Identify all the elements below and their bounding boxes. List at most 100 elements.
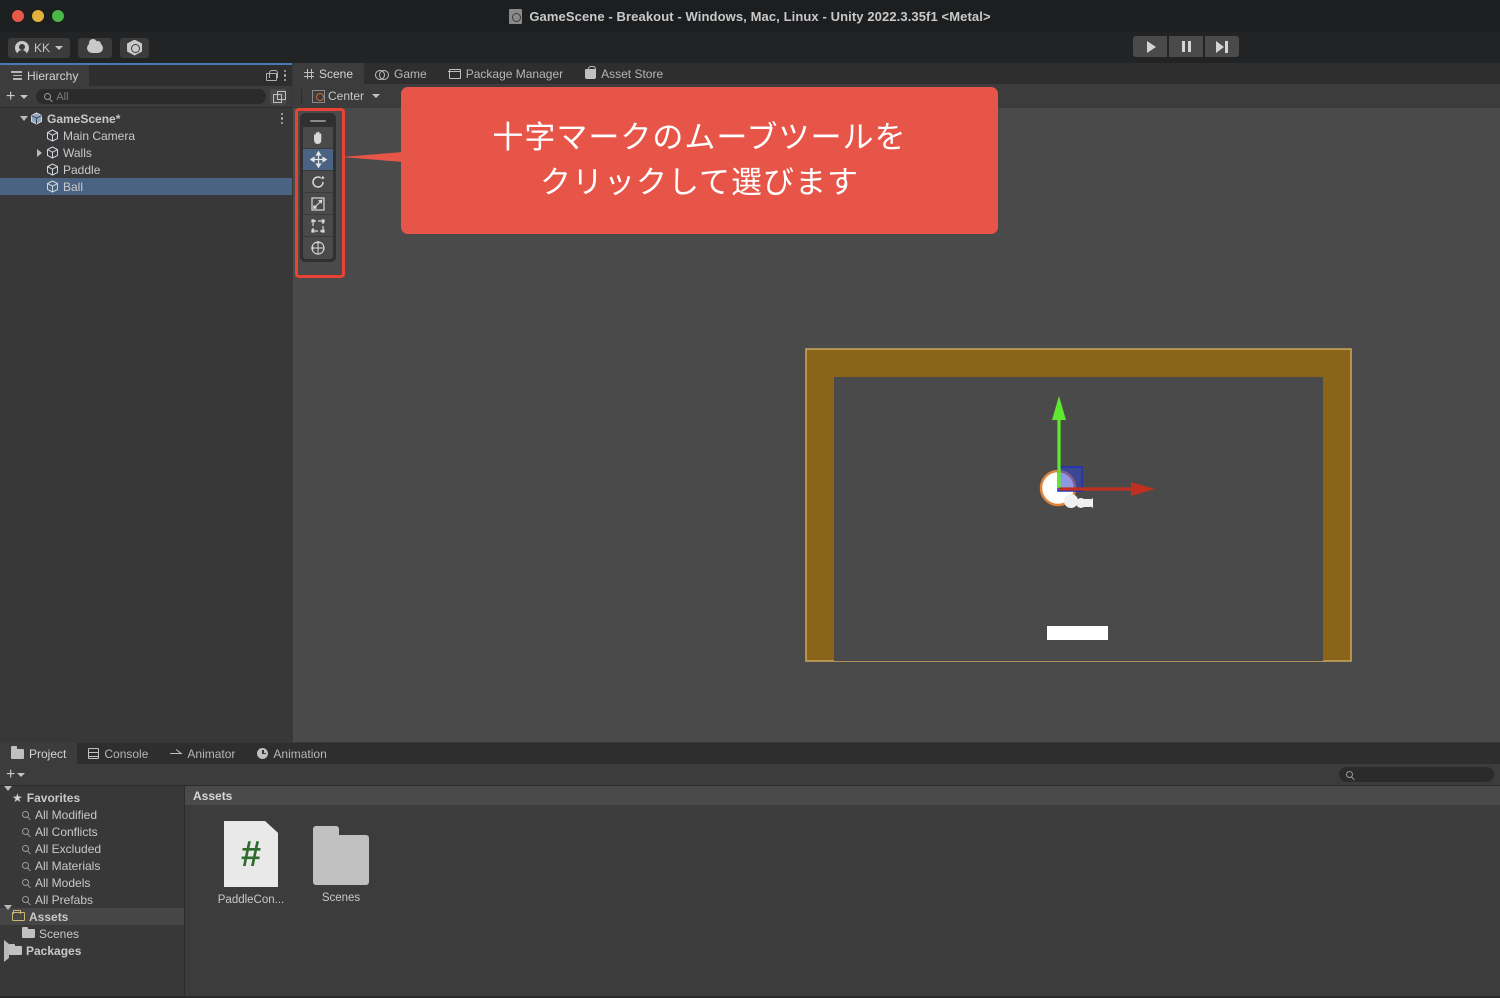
services-button[interactable]: [120, 37, 150, 58]
window-titlebar: GameScene - Breakout - Windows, Mac, Lin…: [0, 0, 1500, 32]
minimize-window-button[interactable]: [32, 10, 44, 22]
disclosure-expanded-icon[interactable]: [17, 116, 30, 121]
tool-move-tool[interactable]: [303, 149, 333, 171]
tab-label: Animation: [273, 746, 327, 761]
project-add-button[interactable]: +: [6, 766, 15, 782]
project-tree-label: Packages: [26, 943, 82, 958]
hierarchy-icon: [11, 71, 22, 80]
project-tabbar: Project Console Animator Animation: [0, 743, 1500, 764]
tab-console[interactable]: Console: [77, 743, 159, 764]
account-button[interactable]: KK: [8, 37, 71, 58]
project-tree-row-all-excluded[interactable]: All Excluded: [0, 840, 184, 857]
row-kebab-menu-icon[interactable]: [280, 112, 283, 125]
project-tree-row-scenes[interactable]: Scenes: [0, 925, 184, 942]
pivot-mode-label: Center: [328, 89, 365, 103]
gameobject-cube-icon: [46, 129, 59, 142]
project-tree-row-assets[interactable]: Assets: [0, 904, 184, 925]
callout-tail: [341, 152, 403, 162]
play-icon: [1146, 40, 1156, 53]
tab-package-manager[interactable]: Package Manager: [438, 63, 574, 84]
hierarchy-toolbar: + All: [0, 86, 292, 108]
tab-animator[interactable]: Animator: [159, 743, 246, 764]
project-tree-row-all-materials[interactable]: All Materials: [0, 857, 184, 874]
scene-tool-palette: [300, 113, 336, 262]
gameobject-cube-icon: [46, 163, 59, 176]
window-title: GameScene - Breakout - Windows, Mac, Lin…: [0, 0, 1500, 32]
toolbar-divider: [301, 88, 302, 104]
tool-hand-tool[interactable]: [303, 127, 333, 149]
animation-clock-icon: [257, 748, 269, 759]
hierarchy-tab-actions: [265, 65, 286, 86]
lock-icon[interactable]: [265, 70, 278, 81]
hierarchy-search-input[interactable]: All: [36, 89, 266, 104]
project-tree-row-packages[interactable]: Packages: [0, 939, 184, 962]
disclosure-collapsed-icon[interactable]: [33, 148, 46, 157]
hierarchy-row-label: GameScene*: [47, 111, 121, 126]
hierarchy-row-gamescene[interactable]: GameScene*: [0, 110, 292, 127]
pause-button[interactable]: [1169, 36, 1203, 57]
disclosure-expanded-icon[interactable]: [4, 904, 12, 924]
search-icon: [22, 862, 29, 869]
asset-item[interactable]: Scenes: [305, 821, 377, 906]
store-bag-icon: [585, 65, 597, 79]
tool-scale-tool[interactable]: [303, 193, 333, 215]
project-tree-row-favorites[interactable]: ★ Favorites: [0, 785, 184, 806]
disclosure-expanded-icon[interactable]: [4, 785, 12, 805]
hierarchy-panel: Hierarchy + All GameScene* Main Camera Wal…: [0, 63, 292, 742]
hierarchy-add-button[interactable]: +: [6, 88, 15, 104]
play-button[interactable]: [1133, 36, 1167, 57]
tool-rotate-tool[interactable]: [303, 171, 333, 193]
person-icon: [15, 40, 29, 55]
project-tree-label: All Excluded: [35, 841, 102, 856]
tab-label: Animator: [187, 746, 236, 761]
tool-rect-tool[interactable]: [303, 215, 333, 237]
hierarchy-row-walls[interactable]: Walls: [0, 144, 292, 161]
window-controls[interactable]: [0, 10, 64, 22]
game-controller-icon: [375, 69, 390, 80]
gameobject-cube-icon: [46, 180, 59, 193]
folder-icon: [11, 746, 24, 759]
hierarchy-tabbar: Hierarchy: [0, 65, 292, 86]
persist-icon[interactable]: [270, 88, 286, 105]
hierarchy-row-label: Walls: [63, 145, 92, 160]
tab-project[interactable]: Project: [0, 743, 78, 764]
search-icon: [22, 896, 29, 903]
asset-item[interactable]: # PaddleCon...: [215, 821, 287, 906]
scene-cube-icon: [30, 112, 43, 125]
unity-editor-window: GameScene - Breakout - Windows, Mac, Lin…: [0, 0, 1500, 998]
tool-transform-tool[interactable]: [303, 237, 333, 259]
tab-scene[interactable]: Scene: [293, 63, 365, 84]
breadcrumb: Assets: [185, 786, 1500, 805]
kebab-menu-icon[interactable]: [283, 69, 286, 82]
cloud-button[interactable]: [78, 37, 113, 58]
project-tree-row-all-modified[interactable]: All Modified: [0, 806, 184, 823]
tab-game[interactable]: Game: [364, 63, 438, 84]
tab-asset-store[interactable]: Asset Store: [574, 63, 674, 84]
pivot-mode-dropdown[interactable]: Center: [310, 87, 382, 105]
tab-label: Project: [29, 746, 67, 761]
project-tree-label: All Models: [35, 875, 91, 890]
project-tree-label: All Conflicts: [35, 824, 98, 839]
rotate-icon: [312, 175, 325, 188]
project-tree-label: Assets: [29, 909, 69, 924]
project-tree-row-all-prefabs[interactable]: All Prefabs: [0, 891, 184, 908]
project-add-chevron-icon[interactable]: [17, 772, 26, 777]
hierarchy-row-paddle[interactable]: Paddle: [0, 161, 292, 178]
tab-hierarchy[interactable]: Hierarchy: [0, 65, 90, 86]
chevron-down-icon: [372, 94, 381, 98]
project-tree-row-all-models[interactable]: All Models: [0, 874, 184, 891]
tab-animation[interactable]: Animation: [246, 743, 337, 764]
search-icon: [22, 845, 29, 852]
project-search-input[interactable]: [1339, 767, 1494, 782]
rect-icon: [311, 218, 325, 233]
palette-grip-icon[interactable]: [310, 120, 326, 122]
hierarchy-row-ball[interactable]: Ball: [0, 178, 292, 195]
project-tree-row-all-conflicts[interactable]: All Conflicts: [0, 823, 184, 840]
hierarchy-row-main-camera[interactable]: Main Camera: [0, 127, 292, 144]
tab-label: Scene: [319, 66, 354, 81]
hierarchy-row-label: Paddle: [63, 162, 101, 177]
step-button[interactable]: [1205, 36, 1239, 57]
close-window-button[interactable]: [12, 10, 24, 22]
hierarchy-add-chevron-icon[interactable]: [20, 94, 29, 99]
zoom-window-button[interactable]: [52, 10, 64, 22]
